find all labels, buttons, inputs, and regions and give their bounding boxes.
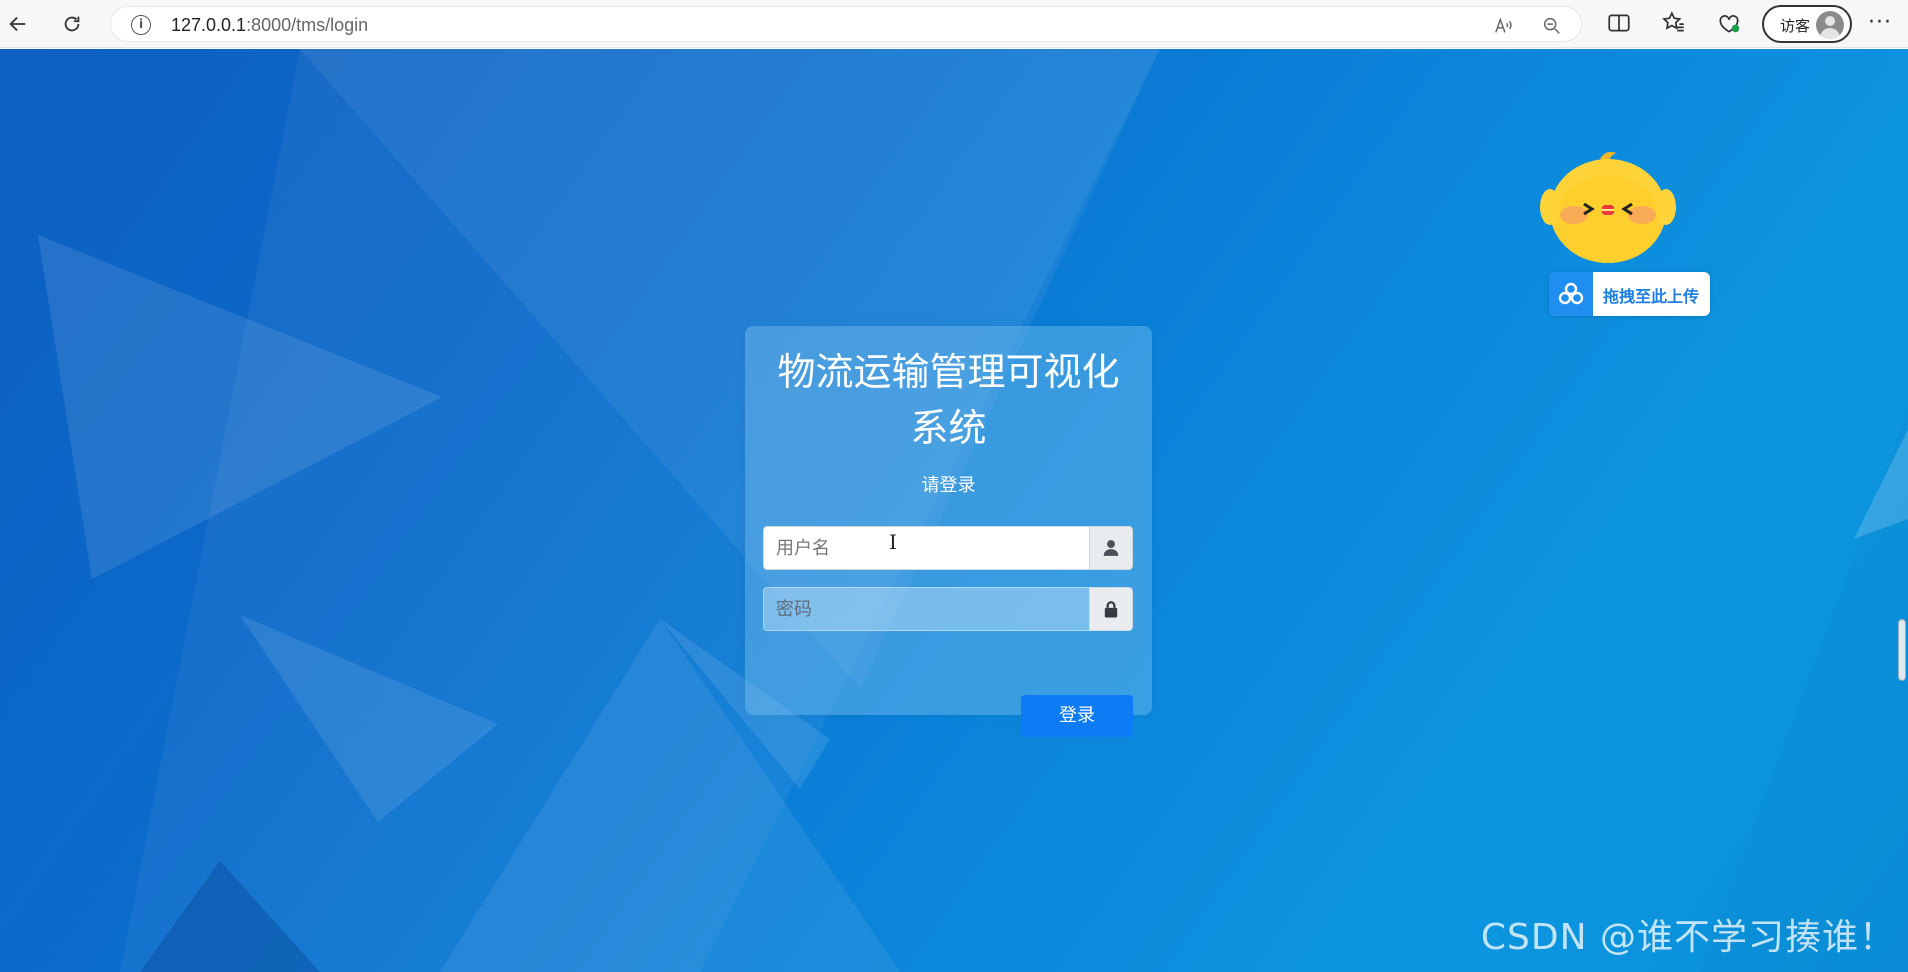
info-icon[interactable]: i xyxy=(131,15,151,35)
favorites-icon[interactable] xyxy=(1661,10,1687,36)
login-subtitle: 请登录 xyxy=(921,475,976,496)
read-aloud-icon[interactable] xyxy=(1493,15,1515,37)
login-button[interactable]: 登录 xyxy=(1021,695,1133,737)
cloud-upload-icon xyxy=(1549,272,1593,316)
url-text: 127.0.0.1:8000/tms/login xyxy=(171,15,369,35)
profile-button[interactable]: 访客 xyxy=(1762,5,1852,43)
address-bar[interactable]: i 127.0.0.1:8000/tms/login xyxy=(110,6,1582,42)
upload-label: 拖拽至此上传 xyxy=(1603,287,1700,306)
browser-toolbar: i 127.0.0.1:8000/tms/login 访客 ··· xyxy=(0,0,1908,48)
login-page: 拖拽至此上传 物流运输管理可视化系统 请登录 登录 CSDN @谁不学习揍谁！ xyxy=(0,49,1908,972)
watermark: CSDN @谁不学习揍谁！ xyxy=(1480,917,1896,958)
username-group xyxy=(763,526,1133,570)
text-cursor-icon: I xyxy=(889,530,897,554)
more-menu-icon[interactable]: ··· xyxy=(1868,10,1892,35)
lock-icon xyxy=(1089,587,1133,631)
chick-mascot-icon[interactable] xyxy=(1538,149,1678,269)
profile-label: 访客 xyxy=(1780,17,1811,35)
reload-icon[interactable] xyxy=(56,8,88,40)
page-title: 物流运输管理可视化系统 xyxy=(777,350,1120,450)
scrollbar[interactable] xyxy=(1894,49,1908,972)
password-input[interactable] xyxy=(763,587,1089,631)
user-icon xyxy=(1089,526,1133,570)
drag-upload-button[interactable]: 拖拽至此上传 xyxy=(1549,272,1710,316)
username-input[interactable] xyxy=(763,526,1089,570)
password-group xyxy=(763,587,1133,631)
avatar xyxy=(1816,11,1844,39)
split-screen-icon[interactable] xyxy=(1606,10,1632,36)
browser-essentials-icon[interactable] xyxy=(1716,10,1742,36)
zoom-out-icon[interactable] xyxy=(1541,15,1563,37)
back-arrow-icon[interactable] xyxy=(2,8,34,40)
scrollbar-thumb[interactable] xyxy=(1898,619,1906,681)
login-card: 物流运输管理可视化系统 请登录 登录 xyxy=(745,326,1152,737)
